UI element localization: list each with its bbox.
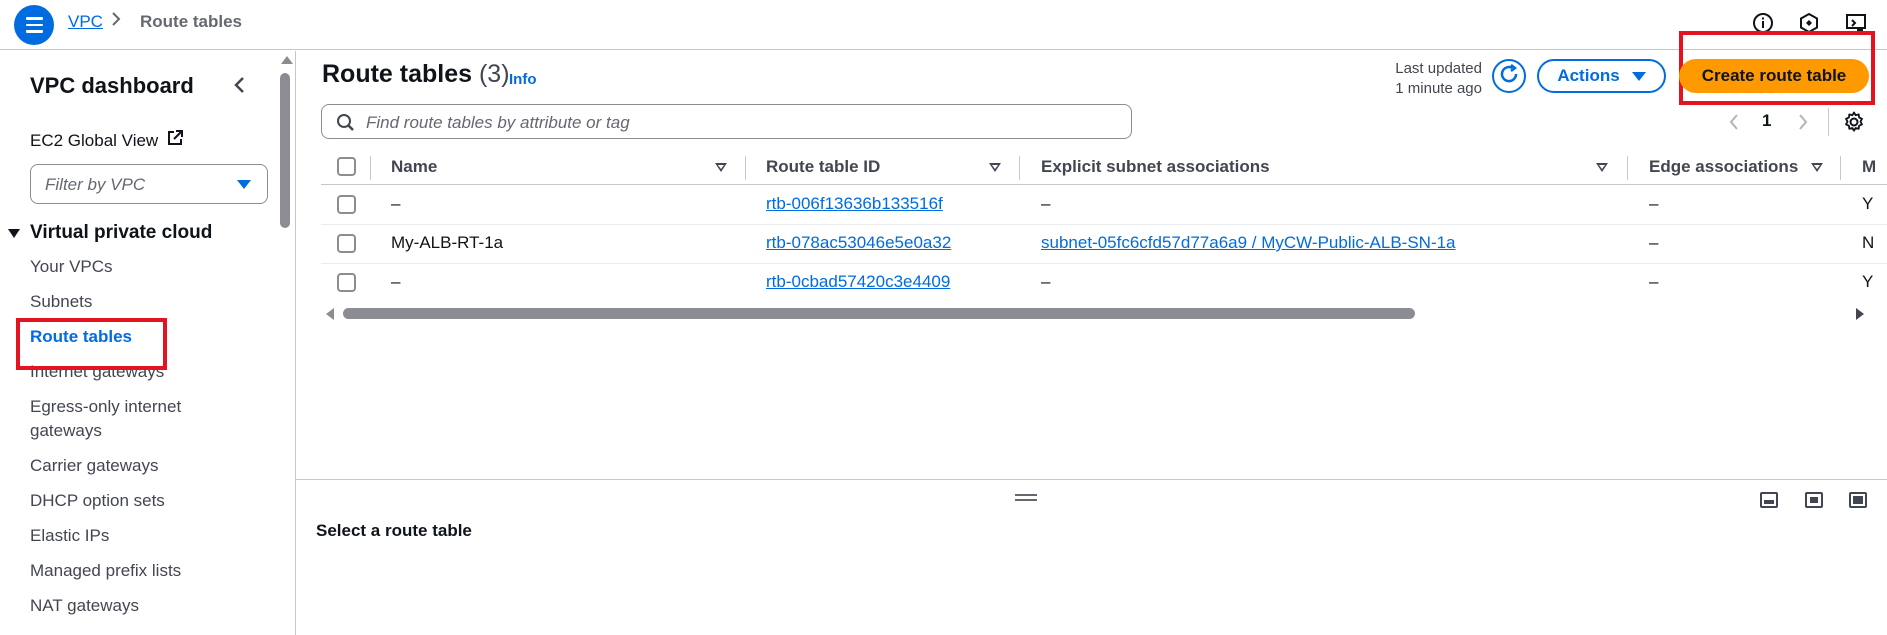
cell-edge-associations: – bbox=[1649, 233, 1659, 252]
sort-icon[interactable] bbox=[715, 163, 727, 172]
sort-icon[interactable] bbox=[1596, 163, 1608, 172]
column-header-explicit-subnet-associations[interactable]: Explicit subnet associations bbox=[1041, 157, 1270, 177]
hamburger-menu-icon[interactable] bbox=[14, 5, 54, 45]
route-table-count: (3) bbox=[478, 60, 510, 88]
refresh-button[interactable] bbox=[1492, 59, 1526, 93]
column-divider bbox=[370, 156, 371, 180]
sidebar-title: VPC dashboard bbox=[30, 73, 194, 98]
create-route-table-button[interactable]: Create route table bbox=[1679, 59, 1869, 93]
row-checkbox[interactable] bbox=[337, 234, 356, 253]
cell-subnet-associations: – bbox=[1041, 272, 1051, 291]
egress-label-line1: Egress-only internet bbox=[30, 397, 182, 416]
column-divider bbox=[1627, 156, 1628, 180]
row-checkbox[interactable] bbox=[337, 195, 356, 214]
breadcrumb-vpc-link[interactable]: VPC bbox=[68, 12, 103, 32]
cell-main: Y bbox=[1862, 194, 1874, 213]
cell-subnet-association-link[interactable]: subnet-05fc6cfd57d77a6a9 / MyCW-Public-A… bbox=[1041, 233, 1456, 253]
search-icon bbox=[336, 113, 355, 137]
external-link-icon bbox=[166, 129, 184, 152]
ec2-global-view-link[interactable]: EC2 Global View bbox=[30, 129, 184, 152]
sidebar-item-egress-only-internet-gateways[interactable]: Egress-only internet gateways bbox=[30, 395, 181, 443]
caret-down-icon bbox=[237, 180, 251, 189]
breadcrumb-current: Route tables bbox=[140, 12, 243, 31]
sidebar-item-your-vpcs[interactable]: Your VPCs bbox=[30, 255, 113, 279]
column-divider bbox=[745, 156, 746, 180]
row-checkbox[interactable] bbox=[337, 273, 356, 292]
column-header-main[interactable]: M bbox=[1862, 157, 1876, 177]
column-header-name[interactable]: Name bbox=[391, 157, 437, 177]
split-panel-fullscreen-icon[interactable] bbox=[1849, 492, 1867, 508]
sidebar-item-carrier-gateways[interactable]: Carrier gateways bbox=[30, 454, 159, 478]
sidebar-item-dhcp-option-sets[interactable]: DHCP option sets bbox=[30, 489, 165, 513]
create-route-table-label: Create route table bbox=[1701, 66, 1847, 85]
settings-gear-icon[interactable] bbox=[1842, 110, 1866, 134]
egress-label-line2: gateways bbox=[30, 421, 102, 440]
search-placeholder: Find route tables by attribute or tag bbox=[366, 113, 630, 132]
breadcrumb-separator-icon bbox=[111, 11, 121, 32]
column-header-edge-associations[interactable]: Edge associations bbox=[1649, 157, 1798, 177]
pagination-divider bbox=[1828, 108, 1829, 136]
cell-route-table-id-link[interactable]: rtb-0cbad57420c3e4409 bbox=[766, 272, 950, 292]
scroll-left-arrow-icon[interactable] bbox=[326, 308, 334, 320]
cell-route-table-id-link[interactable]: rtb-078ac53046e5e0a32 bbox=[766, 233, 951, 253]
last-updated: Last updated 1 minute ago bbox=[1360, 59, 1482, 99]
filter-by-vpc-select[interactable]: Filter by VPC bbox=[30, 164, 268, 204]
table-row[interactable]: – rtb-0cbad57420c3e4409 – – Y bbox=[321, 264, 1887, 303]
column-header-route-table-id[interactable]: Route table ID bbox=[766, 157, 880, 177]
split-panel-title: Select a route table bbox=[316, 521, 472, 540]
caret-down-icon bbox=[1631, 71, 1646, 81]
cell-edge-associations: – bbox=[1649, 194, 1659, 213]
page-title: Route tables (3) bbox=[322, 60, 510, 89]
last-updated-label: Last updated bbox=[1395, 60, 1482, 77]
previous-page-icon[interactable] bbox=[1727, 112, 1741, 132]
cell-name: My-ALB-RT-1a bbox=[391, 233, 504, 252]
table-horizontal-scrollbar[interactable] bbox=[343, 308, 1415, 319]
sidebar-item-managed-prefix-lists[interactable]: Managed prefix lists bbox=[30, 559, 181, 583]
column-divider bbox=[1019, 156, 1020, 180]
scroll-up-arrow-icon[interactable] bbox=[281, 56, 293, 64]
page-title-text: Route tables bbox=[322, 60, 473, 88]
cell-name: – bbox=[391, 194, 401, 213]
sidebar-item-elastic-ips[interactable]: Elastic IPs bbox=[30, 524, 109, 548]
page-number[interactable]: 1 bbox=[1762, 111, 1771, 131]
collapse-sidebar-icon[interactable] bbox=[230, 73, 250, 97]
refresh-icon bbox=[1498, 63, 1520, 90]
next-page-icon[interactable] bbox=[1796, 112, 1810, 132]
sort-icon[interactable] bbox=[1811, 163, 1823, 172]
section-label: Virtual private cloud bbox=[30, 222, 213, 243]
actions-label: Actions bbox=[1557, 66, 1620, 85]
cell-route-table-id-link[interactable]: rtb-006f13636b133516f bbox=[766, 194, 943, 214]
split-panel-resize-handle-icon[interactable] bbox=[1015, 494, 1037, 502]
sidebar-item-nat-gateways[interactable]: NAT gateways bbox=[30, 594, 139, 618]
table-row[interactable]: – rtb-006f13636b133516f – – Y bbox=[321, 186, 1887, 225]
actions-dropdown-button[interactable]: Actions bbox=[1537, 59, 1666, 93]
table-header: Name Route table ID Explicit subnet asso… bbox=[321, 150, 1887, 185]
cell-main: N bbox=[1862, 233, 1875, 252]
split-panel-divider bbox=[296, 479, 1887, 480]
split-panel-side-icon[interactable] bbox=[1805, 492, 1823, 508]
table-row[interactable]: My-ALB-RT-1a rtb-078ac53046e5e0a32 subne… bbox=[321, 225, 1887, 264]
sort-icon[interactable] bbox=[989, 163, 1001, 172]
ec2-global-view-label: EC2 Global View bbox=[30, 130, 159, 150]
highlight-route-tables-nav bbox=[16, 318, 167, 370]
split-panel-bottom-icon[interactable] bbox=[1760, 492, 1778, 508]
last-updated-time: 1 minute ago bbox=[1395, 80, 1482, 97]
expand-triangle-icon bbox=[8, 228, 20, 238]
cell-main: Y bbox=[1862, 272, 1874, 291]
sidebar-scrollbar-thumb[interactable] bbox=[280, 73, 290, 228]
search-route-tables-input[interactable]: Find route tables by attribute or tag bbox=[321, 104, 1132, 139]
info-link[interactable]: Info bbox=[509, 71, 537, 88]
column-divider bbox=[1840, 156, 1841, 180]
sidebar-item-subnets[interactable]: Subnets bbox=[30, 290, 92, 314]
select-all-checkbox[interactable] bbox=[337, 157, 356, 176]
top-navigation-bar: VPC Route tables bbox=[0, 0, 1887, 50]
filter-by-vpc-placeholder: Filter by VPC bbox=[45, 175, 146, 194]
virtual-private-cloud-section[interactable]: Virtual private cloud bbox=[8, 222, 212, 244]
cell-subnet-associations: – bbox=[1041, 194, 1051, 213]
cell-edge-associations: – bbox=[1649, 272, 1659, 291]
cell-name: – bbox=[391, 272, 401, 291]
scroll-right-arrow-icon[interactable] bbox=[1856, 308, 1864, 320]
